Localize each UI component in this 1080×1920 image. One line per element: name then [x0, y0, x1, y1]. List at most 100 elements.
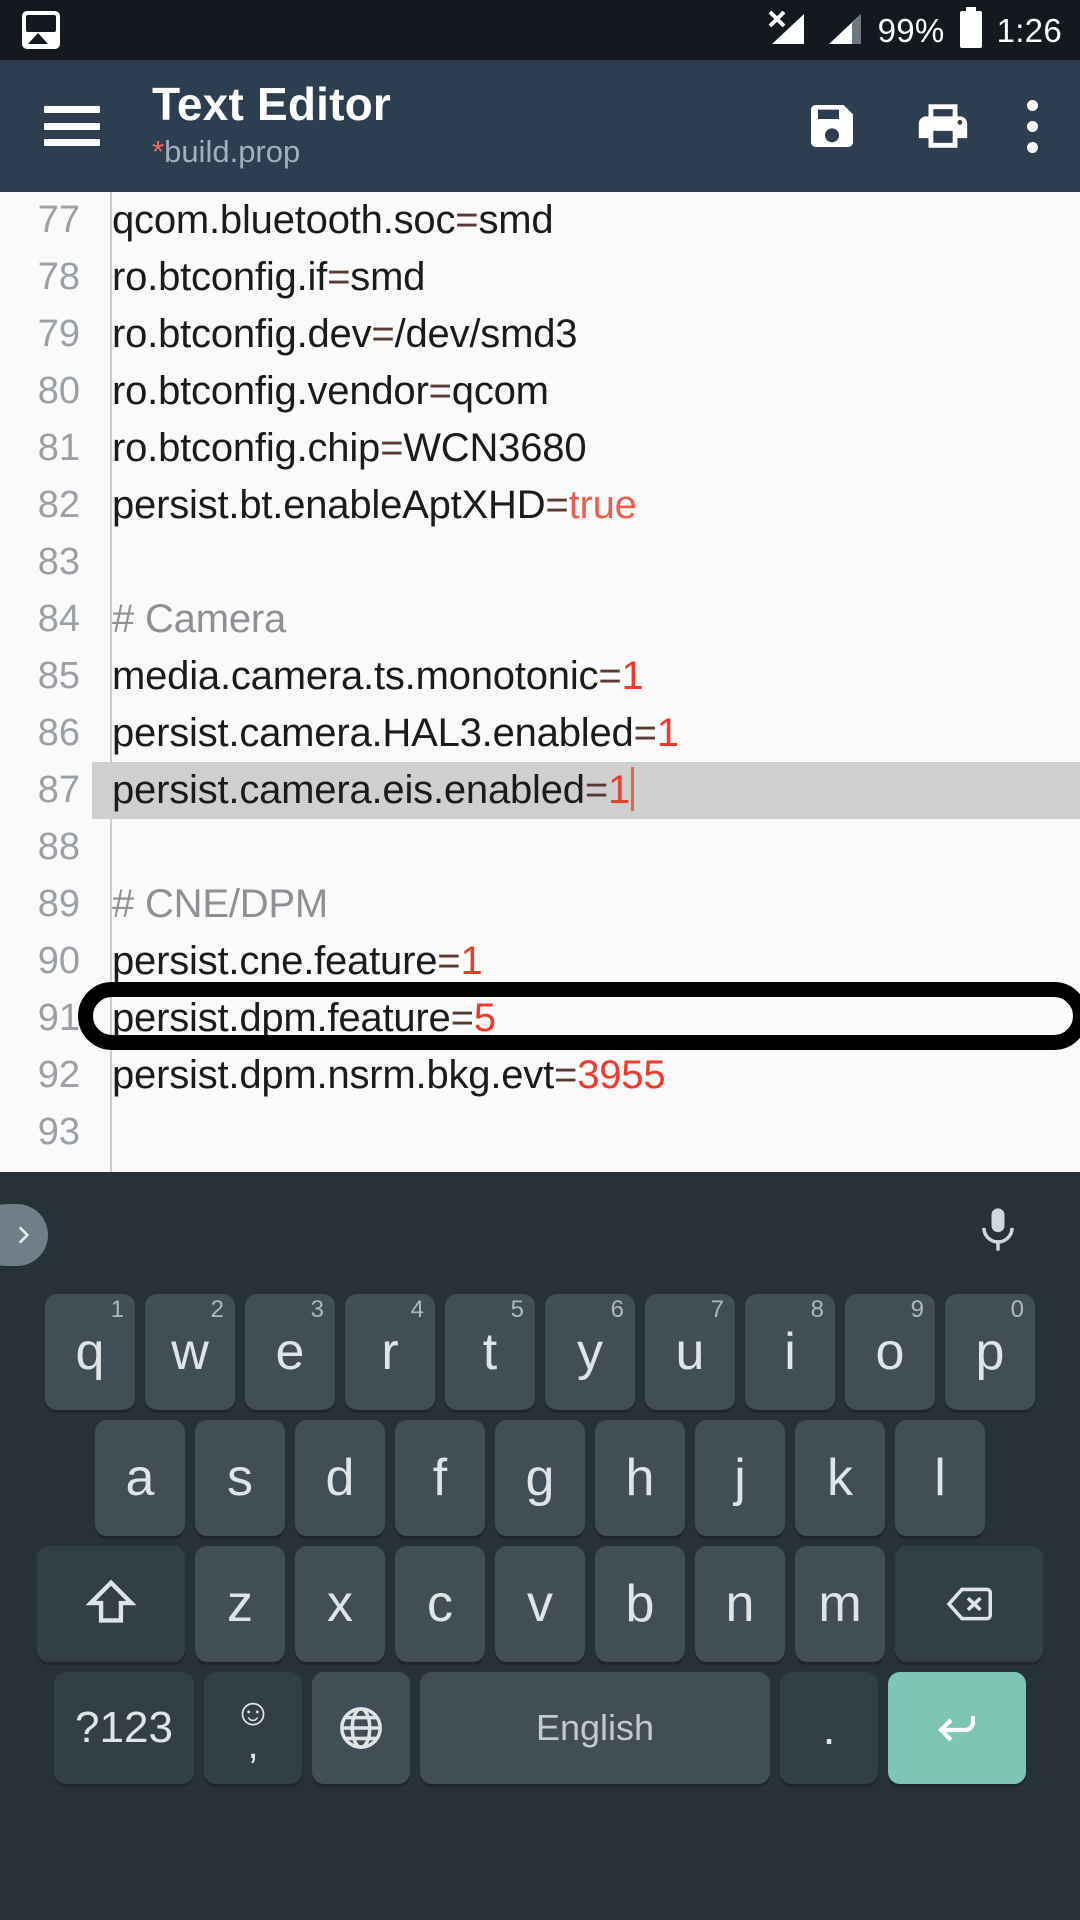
key-label: k	[827, 1449, 853, 1507]
code-text[interactable]: persist.cne.feature=1	[92, 933, 1080, 990]
key-d[interactable]: d	[295, 1420, 385, 1536]
overflow-menu-button[interactable]	[1026, 99, 1038, 153]
code-line[interactable]: 83	[0, 534, 1080, 591]
save-button[interactable]	[804, 98, 860, 154]
code-line[interactable]: 80 ro.btconfig.vendor=qcom	[0, 363, 1080, 420]
key-a[interactable]: a	[95, 1420, 185, 1536]
key-v[interactable]: v	[495, 1546, 585, 1662]
key-label: z	[227, 1575, 253, 1633]
code-line[interactable]: 89 # CNE/DPM	[0, 876, 1080, 933]
key-i[interactable]: i8	[745, 1294, 835, 1410]
code-line[interactable]: 90 persist.cne.feature=1	[0, 933, 1080, 990]
key-u[interactable]: u7	[645, 1294, 735, 1410]
symbols-key[interactable]: ?123	[54, 1672, 194, 1784]
code-line[interactable]: 78 ro.btconfig.if=smd	[0, 249, 1080, 306]
key-k[interactable]: k	[795, 1420, 885, 1536]
key-label: j	[734, 1449, 746, 1507]
key-z[interactable]: z	[195, 1546, 285, 1662]
code-text[interactable]: # CNE/DPM	[92, 876, 1080, 933]
code-line[interactable]: 84 # Camera	[0, 591, 1080, 648]
shift-key[interactable]	[37, 1546, 185, 1662]
line-number: 79	[37, 313, 80, 355]
code-line[interactable]: 81 ro.btconfig.chip=WCN3680	[0, 420, 1080, 477]
key-j[interactable]: j	[695, 1420, 785, 1536]
key-p[interactable]: p0	[945, 1294, 1035, 1410]
code-text[interactable]: ro.btconfig.chip=WCN3680	[92, 420, 1080, 477]
code-text[interactable]: persist.bt.enableAptXHD=true	[92, 477, 1080, 534]
line-number: 88	[37, 826, 80, 868]
code-line[interactable]: 93	[0, 1104, 1080, 1161]
property-key: persist.dpm.nsrm.bkg.evt	[112, 1053, 555, 1097]
key-s[interactable]: s	[195, 1420, 285, 1536]
period-key[interactable]: .	[780, 1672, 878, 1784]
key-t[interactable]: t5	[445, 1294, 535, 1410]
code-text[interactable]: # Camera	[92, 591, 1080, 648]
key-label: s	[227, 1449, 253, 1507]
clock: 1:26	[996, 11, 1062, 49]
hamburger-menu-icon[interactable]	[44, 106, 100, 146]
code-line[interactable]: 88	[0, 819, 1080, 876]
line-number: 92	[37, 1054, 80, 1096]
text-editor-area[interactable]: 77 qcom.bluetooth.soc=smd 78 ro.btconfig.if…	[0, 192, 1080, 1172]
code-text[interactable]: persist.camera.eis.enabled=1	[92, 762, 1080, 819]
key-c[interactable]: c	[395, 1546, 485, 1662]
key-f[interactable]: f	[395, 1420, 485, 1536]
key-r[interactable]: r4	[345, 1294, 435, 1410]
code-text[interactable]: persist.camera.HAL3.enabled=1	[92, 705, 1080, 762]
microphone-icon	[982, 1208, 1014, 1251]
code-line[interactable]: 82 persist.bt.enableAptXHD=true	[0, 477, 1080, 534]
print-button[interactable]	[914, 97, 972, 155]
status-bar: 99% 1:26	[0, 0, 1080, 60]
code-line[interactable]: 77 qcom.bluetooth.soc=smd	[0, 192, 1080, 249]
emoji-key[interactable]: ☺ ,	[204, 1672, 302, 1784]
line-number: 90	[37, 940, 80, 982]
language-switch-key[interactable]	[312, 1672, 410, 1784]
key-b[interactable]: b	[595, 1546, 685, 1662]
text-caret	[631, 767, 635, 811]
code-text[interactable]: ro.btconfig.vendor=qcom	[92, 363, 1080, 420]
key-e[interactable]: e3	[245, 1294, 335, 1410]
property-value: 1	[608, 768, 631, 812]
key-y[interactable]: y6	[545, 1294, 635, 1410]
backspace-key[interactable]	[895, 1546, 1043, 1662]
key-m[interactable]: m	[795, 1546, 885, 1662]
key-label: f	[432, 1449, 448, 1507]
code-text[interactable]: qcom.bluetooth.soc=smd	[92, 192, 1080, 249]
code-text[interactable]: persist.dpm.nsrm.bkg.evt=3955	[92, 1047, 1080, 1104]
line-number: 81	[37, 427, 80, 469]
space-language-label: English	[535, 1707, 655, 1748]
key-q[interactable]: q1	[45, 1294, 135, 1410]
key-superscript: 5	[510, 1296, 524, 1323]
space-key[interactable]: English	[420, 1672, 770, 1784]
key-x[interactable]: x	[295, 1546, 385, 1662]
battery-percent: 99%	[877, 11, 945, 49]
code-text[interactable]: ro.btconfig.dev=/dev/smd3	[92, 306, 1080, 363]
key-label: d	[325, 1449, 355, 1507]
key-label: v	[527, 1575, 553, 1633]
code-text[interactable]: persist.dpm.feature=5	[92, 990, 1080, 1047]
key-h[interactable]: h	[595, 1420, 685, 1536]
key-g[interactable]: g	[495, 1420, 585, 1536]
code-line[interactable]: 85 media.camera.ts.monotonic=1	[0, 648, 1080, 705]
code-text[interactable]: ro.btconfig.if=smd	[92, 249, 1080, 306]
key-l[interactable]: l	[895, 1420, 985, 1536]
code-line[interactable]: 79 ro.btconfig.dev=/dev/smd3	[0, 306, 1080, 363]
code-line[interactable]: 86 persist.camera.HAL3.enabled=1	[0, 705, 1080, 762]
key-label: m	[818, 1575, 862, 1633]
key-label: u	[675, 1323, 705, 1381]
voice-input-button[interactable]	[972, 1200, 1024, 1265]
property-key: persist.bt.enableAptXHD	[112, 483, 546, 527]
code-text[interactable]: media.camera.ts.monotonic=1	[92, 648, 1080, 705]
code-lines[interactable]: 77 qcom.bluetooth.soc=smd 78 ro.btconfig.if…	[0, 192, 1080, 1161]
enter-key[interactable]	[888, 1672, 1026, 1784]
key-w[interactable]: w2	[145, 1294, 235, 1410]
filename-label: *build.prop	[152, 133, 391, 172]
key-o[interactable]: o9	[845, 1294, 935, 1410]
equals-sign: =	[584, 768, 608, 812]
expand-toolbar-button[interactable]	[0, 1204, 48, 1266]
property-value: 1	[656, 711, 679, 755]
code-line[interactable]: 91 persist.dpm.feature=5	[0, 990, 1080, 1047]
code-line-selected[interactable]: 87 persist.camera.eis.enabled=1	[0, 762, 1080, 819]
key-n[interactable]: n	[695, 1546, 785, 1662]
code-line[interactable]: 92 persist.dpm.nsrm.bkg.evt=3955	[0, 1047, 1080, 1104]
